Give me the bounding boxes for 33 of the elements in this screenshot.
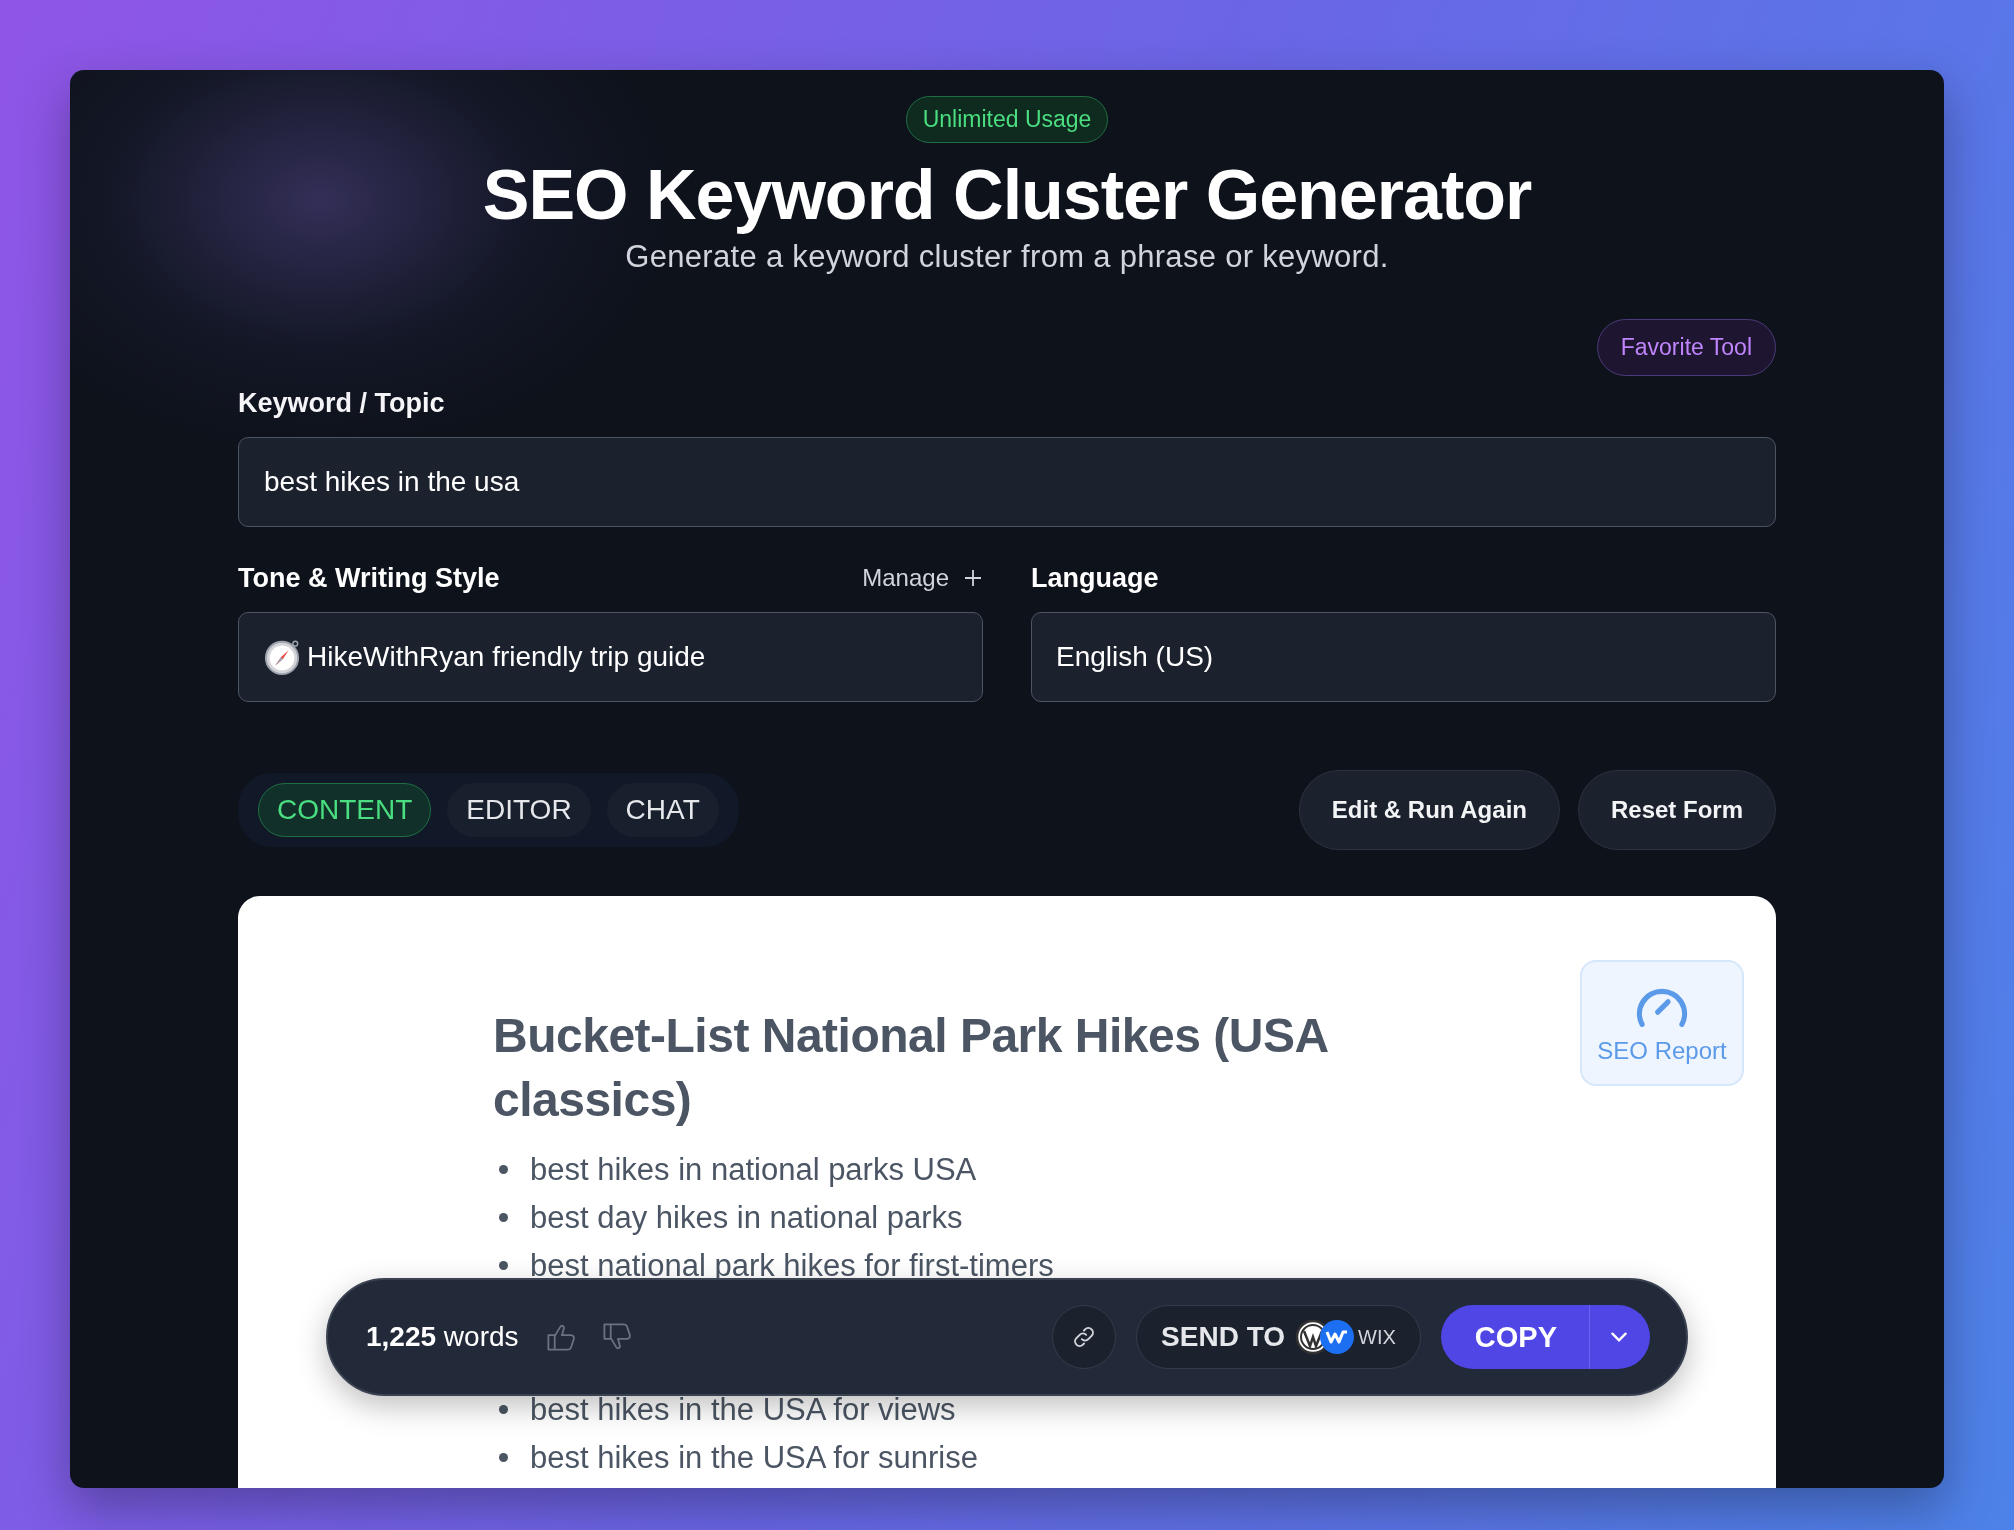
bullet-icon	[499, 1213, 508, 1222]
bullet-icon	[499, 1165, 508, 1174]
send-to-button[interactable]: SEND TO WIX	[1136, 1305, 1421, 1369]
language-select-field[interactable]: English (US)	[1031, 611, 1776, 702]
tab[interactable]: CHAT	[606, 782, 719, 837]
keyword-text: best national park hikes for first-timers	[530, 1247, 1054, 1284]
bullet-icon	[499, 1453, 508, 1462]
field-label: Keyword / Topic	[238, 387, 446, 419]
tab[interactable]: EDITOR	[447, 782, 591, 837]
page-title: SEO Keyword Cluster Generator	[482, 159, 1532, 233]
result-heading: Bucket-List National Park Hikes (USA classics)	[493, 1007, 1329, 1128]
field-label: Tone & Writing Style	[238, 562, 500, 594]
tab[interactable]: CONTENT	[258, 782, 432, 837]
keyword-input-field[interactable]: best hikes in the usa	[238, 436, 1776, 527]
keyword-text: best hikes in national parks USA	[530, 1151, 977, 1188]
word-count: 1,225 words	[366, 1321, 519, 1353]
action-button[interactable]: Reset Form	[1577, 769, 1776, 850]
usage-badge: Unlimited Usage	[905, 96, 1109, 143]
action-button[interactable]: Edit & Run Again	[1298, 769, 1560, 850]
keyword-text: best hikes in the USA for views	[530, 1391, 956, 1428]
keyword-text: best hikes in the USA for sunrise	[530, 1439, 978, 1476]
manage-link[interactable]: Manage	[862, 564, 949, 592]
bullet-icon	[499, 1261, 508, 1270]
keyword-text: best day hikes in national parks	[530, 1199, 963, 1236]
page-subtitle: Generate a keyword cluster from a phrase or keyword.	[625, 238, 1389, 275]
plus-icon[interactable]	[963, 568, 983, 588]
w-badge-icon	[1319, 1319, 1356, 1355]
copy-button[interactable]: COPY	[1440, 1305, 1589, 1369]
field-label: Language	[1031, 562, 1159, 594]
favorite-button[interactable]: Favorite Tool	[1596, 318, 1776, 376]
copy-options-button[interactable]	[1589, 1305, 1650, 1369]
bullet-icon	[499, 1405, 508, 1414]
tone-select-field[interactable]: HikeWithRyan friendly trip guide	[238, 611, 983, 702]
